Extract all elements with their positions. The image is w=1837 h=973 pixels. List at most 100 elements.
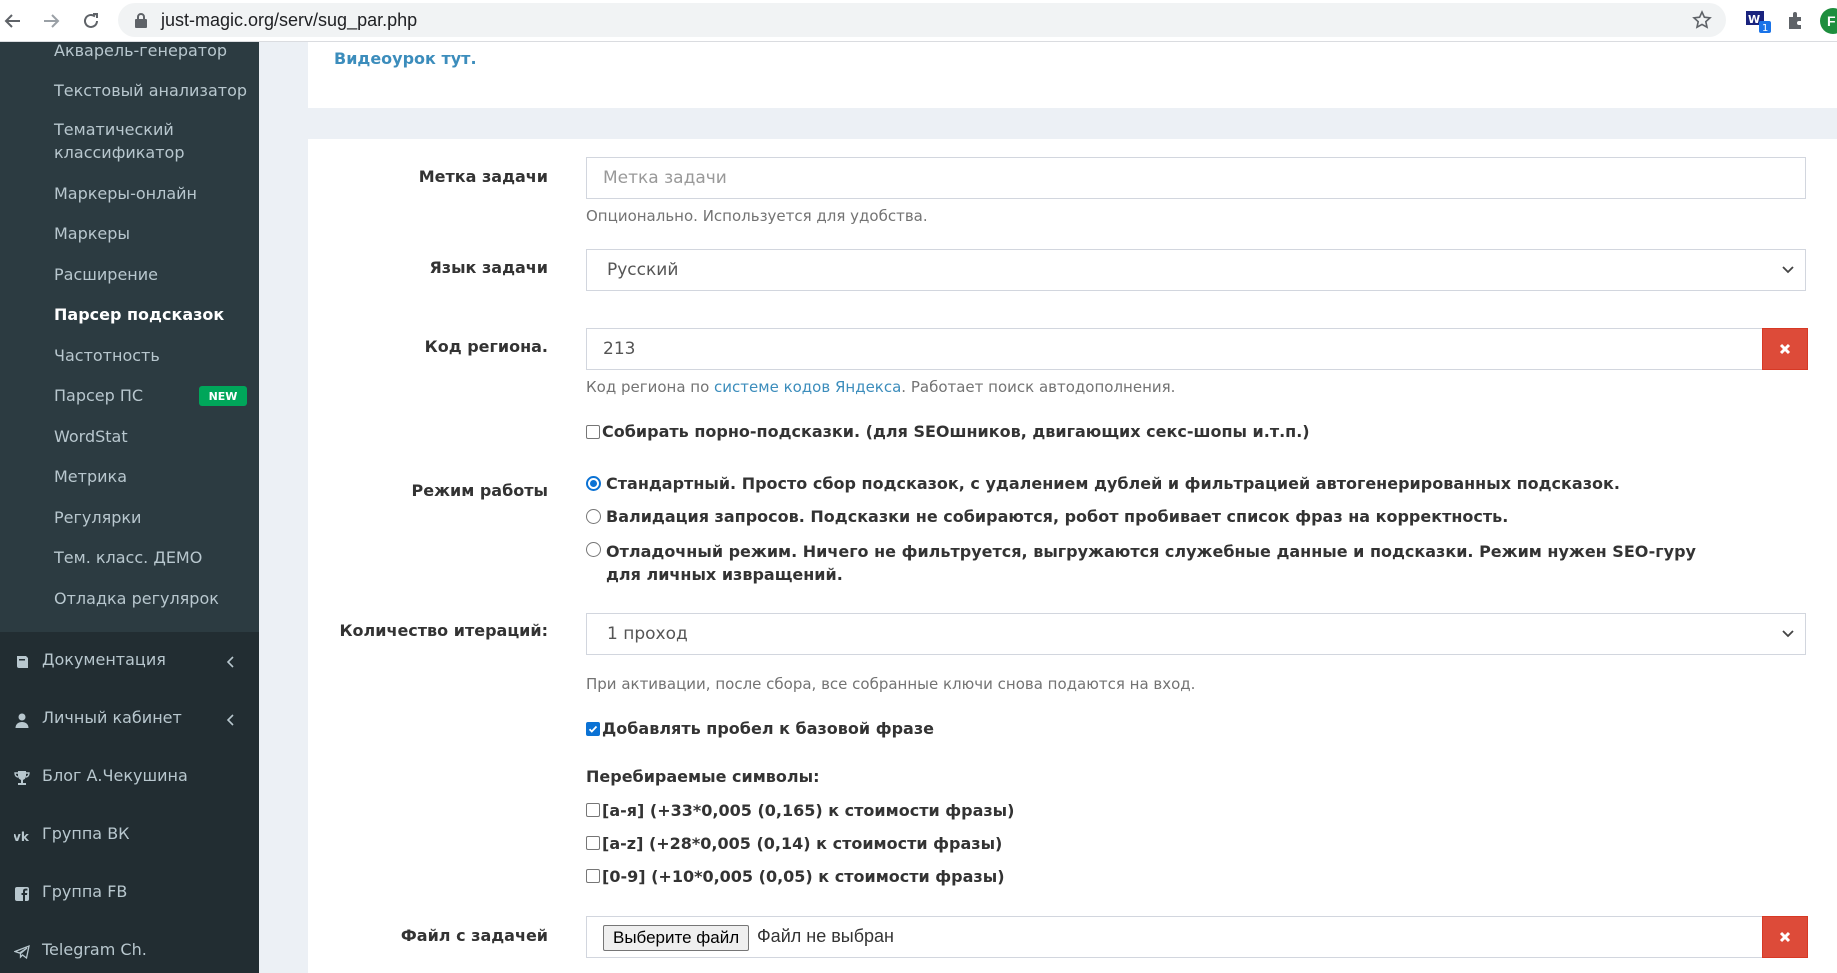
porn-suggestions-label: Собирать порно-подсказки. (для SEOшников… bbox=[602, 422, 1310, 441]
task-label-label: Метка задачи bbox=[418, 167, 548, 186]
sidebar-submenu: Акварель-генератор Текстовый анализатор … bbox=[0, 42, 259, 632]
sidebar-item-label: Группа ВК bbox=[42, 824, 130, 843]
sidebar-item-label: Документация bbox=[42, 650, 166, 669]
forward-button[interactable] bbox=[38, 8, 64, 34]
svg-text:vk: vk bbox=[14, 830, 30, 844]
symbols-cyrillic-label: [а-я] (+33*0,005 (0,165) к стоимости фра… bbox=[602, 801, 1015, 820]
mode-label: Режим работы bbox=[411, 481, 548, 500]
puzzle-icon[interactable] bbox=[1785, 9, 1807, 31]
vk-icon: vk bbox=[14, 830, 30, 844]
bookmark-star-icon[interactable] bbox=[1692, 10, 1712, 30]
checkmark-icon bbox=[588, 725, 598, 733]
mode-validation-radio[interactable] bbox=[586, 509, 601, 524]
symbols-digits-checkbox[interactable] bbox=[586, 869, 600, 883]
file-label: Файл с задачей bbox=[400, 926, 548, 945]
region-value: 213 bbox=[603, 339, 636, 359]
clear-file-button[interactable] bbox=[1762, 916, 1808, 958]
new-badge: NEW bbox=[199, 386, 247, 406]
profile-avatar[interactable]: F bbox=[1820, 8, 1837, 34]
address-bar[interactable]: just-magic.org/serv/sug_par.php bbox=[118, 3, 1726, 37]
symbols-latin-label: [a-z] (+28*0,005 (0,14) к стоимости фраз… bbox=[602, 834, 1003, 853]
task-form: Метка задачи Метка задачи Опционально. И… bbox=[308, 139, 1837, 973]
task-label-placeholder: Метка задачи bbox=[603, 168, 727, 188]
sidebar-item-metrika[interactable]: Метрика bbox=[54, 465, 127, 488]
sidebar-item-label: Личный кабинет bbox=[42, 708, 182, 727]
file-input[interactable]: Выберите файл Файл не выбран bbox=[586, 916, 1764, 958]
region-input[interactable]: 213 bbox=[586, 328, 1764, 370]
user-icon bbox=[15, 713, 29, 728]
intro-box: Видеоурок тут. bbox=[308, 42, 1837, 108]
extension-icon[interactable]: W1 bbox=[1744, 8, 1772, 34]
browser-toolbar: just-magic.org/serv/sug_par.php W1 F bbox=[0, 0, 1837, 42]
video-tutorial-link[interactable]: Видеоурок тут. bbox=[334, 49, 477, 68]
language-select[interactable]: Русский bbox=[586, 249, 1806, 291]
add-space-label: Добавлять пробел к базовой фразе bbox=[602, 719, 934, 738]
close-icon bbox=[1779, 931, 1791, 943]
symbols-cyrillic-checkbox[interactable] bbox=[586, 803, 600, 817]
sidebar-item-extension[interactable]: Расширение bbox=[54, 263, 158, 286]
clear-region-button[interactable] bbox=[1762, 328, 1808, 370]
chevron-down-icon bbox=[1782, 630, 1794, 638]
sidebar-item-account[interactable]: Личный кабинет bbox=[0, 700, 259, 740]
reload-icon bbox=[84, 13, 98, 28]
trophy-icon bbox=[14, 771, 30, 785]
sidebar-item-regex-debug[interactable]: Отладка регулярок bbox=[54, 587, 219, 610]
telegram-icon bbox=[14, 944, 30, 960]
sidebar-item-thematic-classifier[interactable]: Тематический классификатор bbox=[54, 118, 204, 164]
chevron-left-icon bbox=[226, 714, 234, 726]
svg-text:1: 1 bbox=[1762, 23, 1768, 34]
close-icon bbox=[1779, 343, 1791, 355]
sidebar-item-documentation[interactable]: Документация bbox=[0, 642, 259, 682]
add-space-checkbox[interactable] bbox=[586, 722, 600, 736]
choose-file-button[interactable]: Выберите файл bbox=[603, 925, 750, 951]
task-label-input[interactable]: Метка задачи bbox=[586, 157, 1806, 199]
language-value: Русский bbox=[607, 260, 679, 280]
forward-arrow-icon bbox=[44, 14, 60, 28]
porn-suggestions-checkbox[interactable] bbox=[586, 425, 600, 439]
sidebar-item-label: Telegram Ch. bbox=[42, 940, 147, 959]
sidebar-item-frequency[interactable]: Частотность bbox=[54, 344, 160, 367]
iterations-help: При активации, после сбора, все собранны… bbox=[586, 675, 1196, 693]
mode-validation-label: Валидация запросов. Подсказки не собираю… bbox=[606, 507, 1509, 526]
region-help: Код региона по системе кодов Яндекса. Ра… bbox=[586, 378, 1176, 396]
mode-debug-label: Отладочный режим. Ничего не фильтруется,… bbox=[606, 542, 1696, 584]
yandex-region-codes-link[interactable]: системе кодов Яндекса bbox=[714, 378, 901, 396]
region-label: Код региона. bbox=[424, 337, 548, 356]
sidebar-item-suggest-parser[interactable]: Парсер подсказок bbox=[54, 303, 224, 326]
sidebar-item-markers[interactable]: Маркеры bbox=[54, 222, 130, 245]
sidebar-item-classifier-demo[interactable]: Тем. класс. ДЕМО bbox=[54, 546, 202, 569]
lock-icon bbox=[135, 13, 147, 28]
sidebar-item-vk-group[interactable]: vk Группа ВК bbox=[0, 816, 259, 856]
iterations-label: Количество итераций: bbox=[339, 621, 548, 640]
book-icon bbox=[17, 656, 28, 668]
back-button[interactable] bbox=[0, 8, 26, 34]
symbols-latin-checkbox[interactable] bbox=[586, 836, 600, 850]
iterations-select[interactable]: 1 проход bbox=[586, 613, 1806, 655]
sidebar-item-blog[interactable]: Блог А.Чекушина bbox=[0, 758, 259, 798]
sidebar-item-telegram[interactable]: Telegram Ch. bbox=[0, 932, 259, 972]
url-text: just-magic.org/serv/sug_par.php bbox=[161, 10, 418, 30]
sidebar-item-wordstat[interactable]: WordStat bbox=[54, 425, 128, 448]
mode-debug-radio[interactable] bbox=[586, 542, 601, 557]
chevron-down-icon bbox=[1782, 266, 1794, 274]
mode-standard-label: Стандартный. Просто сбор подсказок, с уд… bbox=[606, 474, 1620, 493]
file-status: Файл не выбран bbox=[757, 926, 894, 946]
iterations-value: 1 проход bbox=[607, 624, 688, 644]
reload-button[interactable] bbox=[78, 8, 104, 34]
sidebar-item-watercolor[interactable]: Акварель-генератор bbox=[54, 42, 227, 62]
sidebar-item-serp-parser[interactable]: Парсер ПС bbox=[54, 384, 143, 407]
chevron-left-icon bbox=[226, 656, 234, 668]
sidebar-item-regex[interactable]: Регулярки bbox=[54, 506, 141, 529]
back-arrow-icon bbox=[4, 14, 20, 28]
facebook-icon bbox=[15, 887, 29, 901]
sidebar: Акварель-генератор Текстовый анализатор … bbox=[0, 42, 259, 973]
symbols-digits-label: [0-9] (+10*0,005 (0,05) к стоимости фраз… bbox=[602, 867, 1005, 886]
sidebar-item-label: Блог А.Чекушина bbox=[42, 766, 188, 785]
mode-standard-radio[interactable] bbox=[586, 476, 601, 491]
symbols-heading: Перебираемые символы: bbox=[586, 767, 820, 786]
language-label: Язык задачи bbox=[429, 258, 548, 277]
sidebar-item-markers-online[interactable]: Маркеры-онлайн bbox=[54, 182, 197, 205]
task-label-help: Опционально. Используется для удобства. bbox=[586, 207, 928, 225]
sidebar-item-text-analyzer[interactable]: Текстовый анализатор bbox=[54, 79, 247, 102]
sidebar-item-fb-group[interactable]: Группа FB bbox=[0, 874, 259, 914]
